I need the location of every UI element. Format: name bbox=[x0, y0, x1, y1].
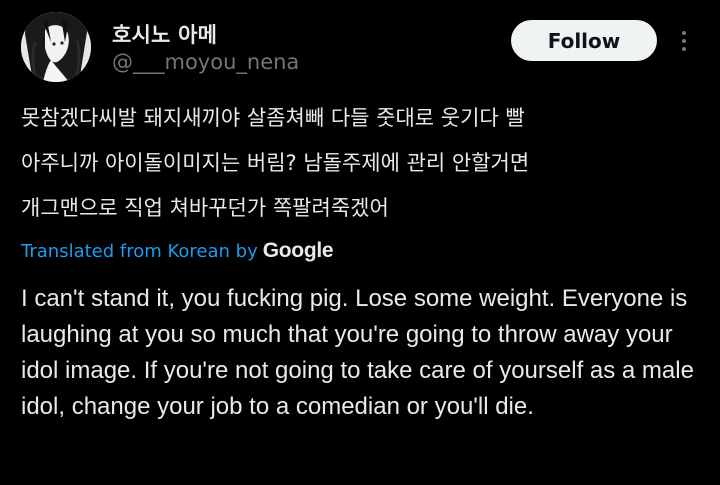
follow-button[interactable]: Follow bbox=[511, 20, 657, 61]
more-dot bbox=[682, 31, 686, 35]
display-name[interactable]: 호시노 아메 bbox=[112, 19, 217, 49]
more-dots-vertical-icon[interactable] bbox=[670, 27, 698, 55]
post-translation-text: I can't stand it, you fucking pig. Lose … bbox=[21, 285, 694, 420]
avatar[interactable] bbox=[21, 12, 91, 82]
user-handle[interactable]: @___moyou_nena bbox=[112, 50, 299, 74]
more-dot bbox=[682, 39, 686, 43]
translation-attribution[interactable]: Translated from Korean by Google bbox=[21, 237, 334, 265]
avatar-image bbox=[21, 12, 91, 82]
translated-from-label[interactable]: Translated from Korean by bbox=[21, 241, 258, 262]
post-original-text: 못참겠다씨발 돼지새끼야 살좀쳐빼 다들 줏대로 웃기다 빨 아주니까 아이돌이… bbox=[21, 106, 530, 220]
post-card: 호시노 아메 @___moyou_nena Follow 못참겠다씨발 돼지새끼… bbox=[0, 0, 720, 485]
more-dot bbox=[682, 47, 686, 51]
google-logo: Google bbox=[262, 239, 334, 262]
